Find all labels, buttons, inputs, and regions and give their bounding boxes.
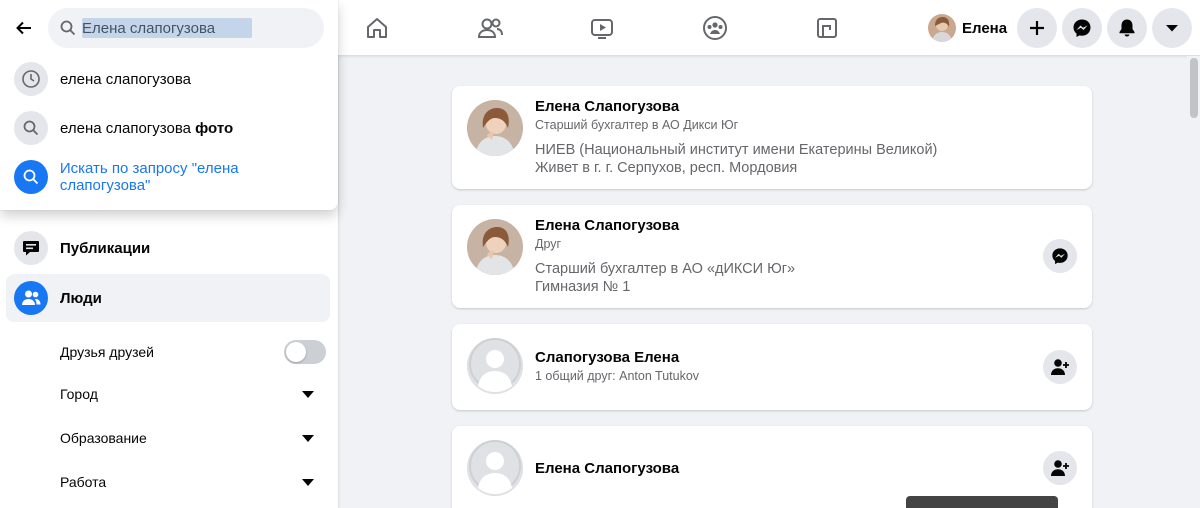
result-subtitle: Старший бухгалтер в АО Дикси Юг [535,118,739,132]
sidebar-item-people[interactable]: Люди [6,274,330,322]
suggestion-text: елена слапогузова [60,70,191,88]
result-card[interactable]: Елена Слапогузова Старший бухгалтер в АО… [452,86,1092,189]
posts-icon [14,231,48,265]
search-dropdown: елена слапогузова елена слапогузова фото… [0,0,338,210]
suggestion-text: елена слапогузова фото [60,120,233,137]
result-name[interactable]: Елена Слапогузова [535,217,679,234]
friends-icon[interactable] [470,10,510,46]
avatar [928,14,956,42]
messenger-icon [1073,19,1091,37]
profile-chip[interactable]: Елена [924,10,1015,46]
result-name[interactable]: Слапогузова Елена [535,349,679,366]
friends-of-friends-toggle[interactable] [284,340,326,364]
filter-label: Друзья друзей [60,344,154,360]
search-for-query-item[interactable]: Искать по запросу "елена слапогузова" [6,154,332,200]
groups-icon[interactable] [695,10,735,46]
search-icon [14,160,48,194]
filter-label: Город [60,386,98,402]
result-name[interactable]: Елена Слапогузова [535,98,679,115]
avatar [467,440,523,496]
page-scrollbar[interactable] [1187,56,1200,508]
avatar [467,338,523,394]
message-button[interactable] [1043,239,1077,273]
create-button[interactable] [1017,8,1057,48]
result-card[interactable]: Елена Слапогузова Друг Старший бухгалтер… [452,205,1092,308]
bell-icon [1119,19,1135,37]
filter-friends-of-friends: Друзья друзей [60,334,330,370]
messenger-icon [1052,248,1068,265]
clock-icon [14,62,48,96]
sidebar-item-label: Публикации [60,239,151,257]
text-selection-highlight [82,18,252,38]
watch-icon[interactable] [582,10,622,46]
filter-work[interactable]: Работа [60,464,330,500]
search-icon [14,111,48,145]
plus-icon [1030,21,1044,35]
add-friend-button[interactable] [1043,350,1077,384]
add-friend-button[interactable] [1043,451,1077,485]
account-menu-button[interactable] [1152,8,1192,48]
search-for-query-label: Искать по запросу "елена слапогузова" [59,160,239,194]
tooltip [906,496,1058,508]
avatar [467,100,523,156]
avatar [467,219,523,275]
result-subtitle: Друг [535,237,562,251]
suggestion-text-bold: фото [195,119,234,137]
filter-city[interactable]: Город [60,376,330,412]
search-icon [60,20,76,36]
gaming-icon[interactable] [807,10,847,46]
scrollbar-thumb[interactable] [1190,58,1198,118]
filter-label: Образование [60,430,147,446]
sidebar-item-posts[interactable]: Публикации [6,224,330,272]
search-suggestion-item[interactable]: елена слапогузова фото [6,105,332,151]
home-icon[interactable] [357,10,397,46]
result-card[interactable]: Слапогузова Елена 1 общий друг: Anton Tu… [452,324,1092,410]
add-friend-icon [1051,460,1069,476]
result-subtitle: 1 общий друг: Anton Tutukov [535,369,700,383]
filter-education[interactable]: Образование [60,420,330,456]
result-name[interactable]: Елена Слапогузова [535,460,679,477]
sidebar-item-label: Люди [60,289,102,307]
recent-search-item[interactable]: елена слапогузова [6,56,332,102]
result-info-line: Живет в г. г. Серпухов, респ. Мордовия [535,160,798,176]
result-info-line: НИЕВ (Национальный институт имени Екатер… [535,142,938,158]
profile-name: Елена [962,19,1008,37]
suggestion-text-plain: елена слапогузова [60,119,196,137]
search-box[interactable] [48,8,324,48]
chevron-down-icon [302,434,314,442]
notifications-button[interactable] [1107,8,1147,48]
caret-down-icon [1166,25,1178,32]
messenger-button[interactable] [1062,8,1102,48]
result-info-line: Старший бухгалтер в АО «дИКСИ Юг» [535,261,796,277]
chevron-down-icon [302,478,314,486]
result-info-line: Гимназия № 1 [535,279,631,295]
chevron-down-icon [302,390,314,398]
filter-label: Работа [60,474,107,490]
arrow-left-icon [16,21,31,35]
back-button[interactable] [6,10,42,46]
add-friend-icon [1051,359,1069,375]
people-icon [14,281,48,315]
